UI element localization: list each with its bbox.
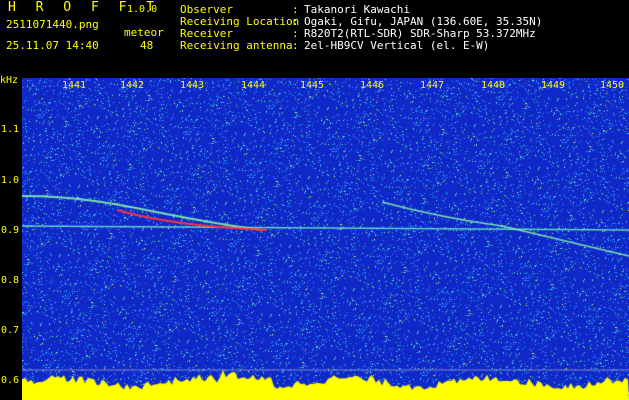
frequency-tick: 1.1 bbox=[1, 124, 20, 135]
time-tick: 1444 bbox=[241, 80, 266, 91]
antenna-separator: : bbox=[292, 39, 299, 52]
antenna-value: 2el-HB9CV Vertical (el. E-W) bbox=[304, 39, 490, 52]
frequency-tick: 1.0 bbox=[1, 175, 20, 186]
meteor-count-label: meteor bbox=[124, 26, 164, 39]
time-tick: 1446 bbox=[360, 80, 385, 91]
spectrogram-canvas bbox=[22, 78, 629, 400]
time-tick: 1447 bbox=[420, 80, 445, 91]
time-tick: 1450 bbox=[600, 80, 625, 91]
meteor-count-value: 48 bbox=[140, 39, 154, 52]
frequency-tick: 0.9 bbox=[1, 225, 20, 236]
time-tick: 1445 bbox=[300, 80, 325, 91]
antenna-label: Receiving antenna bbox=[180, 39, 293, 52]
time-tick: 1448 bbox=[481, 80, 506, 91]
y-unit-label: kHz bbox=[0, 75, 19, 86]
frequency-tick: 0.6 bbox=[1, 375, 20, 386]
time-tick: 1443 bbox=[180, 80, 205, 91]
time-tick: 1449 bbox=[541, 80, 566, 91]
frequency-tick: 0.8 bbox=[1, 275, 20, 286]
app-version: 1.0.0 bbox=[127, 4, 158, 15]
file-datetime: 25.11.07 14:40 bbox=[6, 39, 99, 52]
time-tick: 1441 bbox=[62, 80, 87, 91]
time-tick: 1442 bbox=[120, 80, 145, 91]
file-name: 2511071440.png bbox=[6, 18, 99, 31]
frequency-tick: 0.7 bbox=[1, 325, 20, 336]
